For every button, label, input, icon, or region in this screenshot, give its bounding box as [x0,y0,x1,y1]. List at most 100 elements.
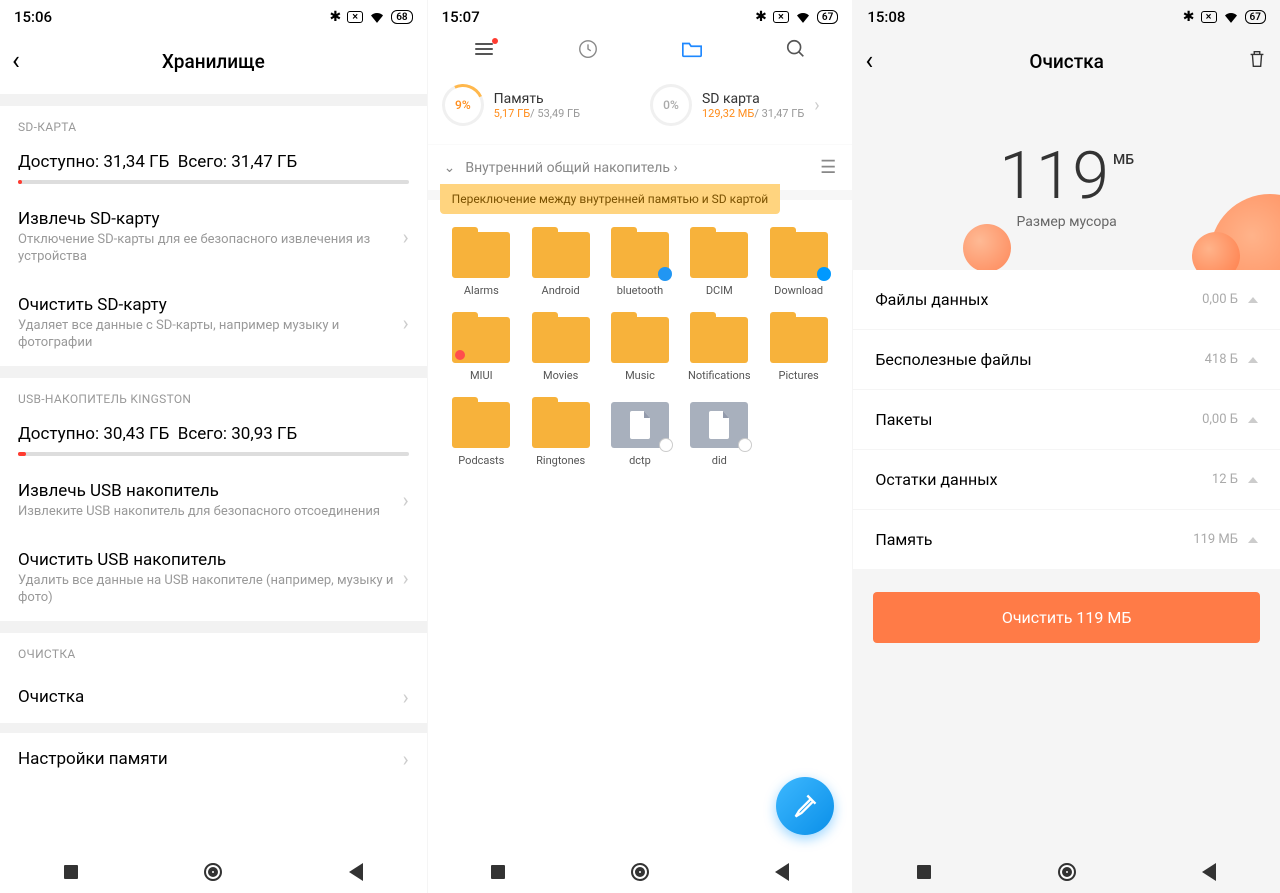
category-size: 0,00 Б [1202,412,1238,427]
folder-icon [690,317,748,363]
home-button[interactable] [1057,862,1077,882]
chevron-right-icon: › [403,747,409,771]
item-label: Android [542,284,580,297]
category-name: Файлы данных [875,290,1202,309]
checkbox[interactable] [659,438,673,452]
battery-icon: 67 [1245,10,1266,24]
item-label: did [712,454,727,467]
folder-icon [532,317,590,363]
category-item[interactable]: Память119 МБ [853,510,1280,570]
nav-bar [853,851,1280,893]
file-item[interactable]: did [680,402,759,467]
chevron-up-icon [1248,417,1258,423]
category-name: Бесполезные файлы [875,350,1204,369]
menu-button[interactable] [464,40,504,62]
checkbox[interactable] [738,438,752,452]
internal-usage-ring: 9% [436,78,490,132]
folder-icon [452,402,510,448]
folder-item[interactable]: Music [600,317,679,382]
category-item[interactable]: Остатки данных12 Б [853,450,1280,510]
category-name: Память [875,530,1193,549]
trash-prefs-button[interactable] [1236,48,1268,74]
chevron-up-icon [1248,297,1258,303]
eject-usb-item[interactable]: Извлечь USB накопительИзвлеките USB нако… [0,466,427,535]
wifi-icon [1223,11,1239,24]
clean-section-label: ОЧИСТКА [0,633,427,671]
folder-item[interactable]: Android [521,232,600,297]
category-size: 0,00 Б [1202,292,1238,307]
folder-item[interactable]: Alarms [442,232,521,297]
back-nav-button[interactable] [1199,862,1219,882]
back-button[interactable]: ‹ [12,46,44,76]
folder-item[interactable]: Ringtones [521,402,600,467]
bubble-icon [963,224,1011,270]
internal-storage-card[interactable]: 9% Память5,17 ГБ/ 53,49 ГБ [434,84,638,126]
nav-bar [428,851,853,893]
folder-icon [770,232,828,278]
bluetooth-icon: ✱ [755,9,767,25]
bluetooth-icon: ✱ [1183,9,1195,25]
junk-size-value: 119 [999,144,1109,210]
clear-usb-item[interactable]: Очистить USB накопительУдалить все данны… [0,535,427,621]
folder-item[interactable]: DCIM [680,232,759,297]
folder-item[interactable]: MIUI [442,317,521,382]
wifi-icon [795,11,811,24]
chevron-up-icon [1248,537,1258,543]
home-button[interactable] [203,862,223,882]
clock: 15:07 [442,8,480,26]
folder-item[interactable]: Movies [521,317,600,382]
category-item[interactable]: Бесполезные файлы418 Б [853,330,1280,390]
item-label: Alarms [464,284,499,297]
clean-fab[interactable] [776,777,834,835]
recents-button[interactable] [61,862,81,882]
folder-item[interactable]: Notifications [680,317,759,382]
search-button[interactable] [776,38,816,64]
chevron-right-icon: › [403,566,409,590]
item-label: Notifications [688,369,751,382]
clean-button[interactable]: Очистить 119 МБ [873,592,1260,643]
category-item[interactable]: Пакеты0,00 Б [853,390,1280,450]
category-item[interactable]: Файлы данных0,00 Б [853,270,1280,330]
folder-icon [532,232,590,278]
item-label: DCIM [706,284,733,297]
back-button[interactable]: ‹ [865,46,897,76]
folder-item[interactable]: Download [759,232,838,297]
folder-item[interactable]: Pictures [759,317,838,382]
folder-icon [690,232,748,278]
category-size: 119 МБ [1193,532,1238,547]
back-nav-button[interactable] [346,862,366,882]
chevron-right-icon: › [403,225,409,249]
folders-tab[interactable] [672,39,712,63]
page-title: Очистка [897,50,1236,73]
home-button[interactable] [630,862,650,882]
back-nav-button[interactable] [772,862,792,882]
clear-sd-item[interactable]: Очистить SD-картуУдаляет все данные с SD… [0,280,427,366]
status-bar: 15:08 ✱ × 67 [853,0,1280,30]
recents-button[interactable] [914,862,934,882]
file-icon [690,402,748,448]
signal-icon: × [1201,11,1217,23]
recent-tab[interactable] [568,38,608,64]
clock: 15:08 [867,8,905,26]
category-size: 418 Б [1205,352,1238,367]
eject-sd-item[interactable]: Извлечь SD-картуОтключение SD-карты для … [0,194,427,280]
folder-item[interactable]: Podcasts [442,402,521,467]
battery-icon: 67 [817,10,838,24]
item-label: dctp [629,454,651,467]
folder-icon [770,317,828,363]
storage-settings-screen: 15:06 ✱ × 68 ‹ Хранилище SD-КАРТА Доступ… [0,0,427,893]
item-label: Pictures [779,369,819,382]
view-list-button[interactable]: ☰ [820,157,836,178]
clock: 15:06 [14,8,52,26]
folder-icon [611,232,669,278]
memory-settings-item[interactable]: Настройки памяти › [0,733,427,785]
file-item[interactable]: dctp [600,402,679,467]
recents-button[interactable] [488,862,508,882]
sd-progress-bar [18,180,409,184]
cleanup-item[interactable]: Очистка › [0,671,427,723]
sd-storage-card[interactable]: 0% SD карта129,32 МБ/ 31,47 ГБ › [642,84,846,126]
item-label: bluetooth [617,284,663,297]
bluetooth-icon: ✱ [329,9,341,25]
folder-item[interactable]: bluetooth [600,232,679,297]
signal-icon: × [773,11,789,23]
